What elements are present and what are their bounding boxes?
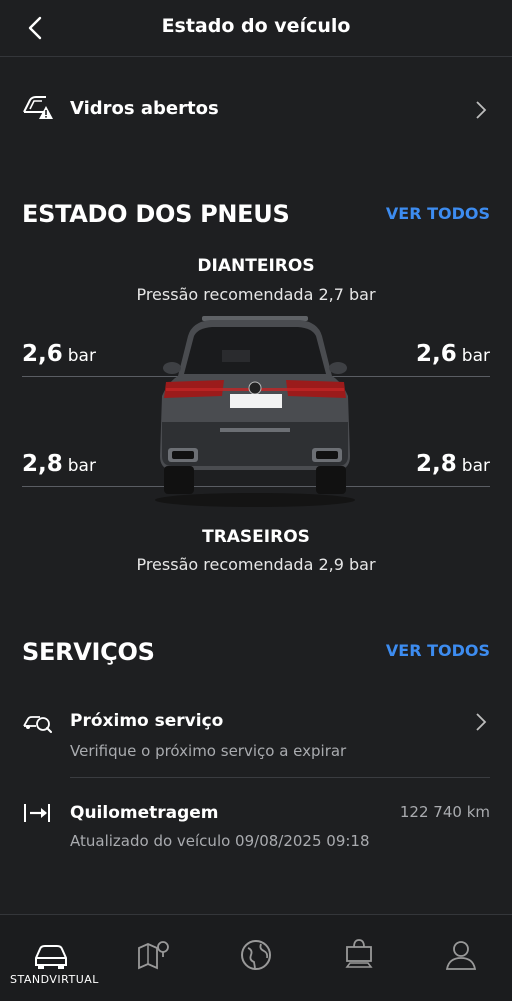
bottom-navigation: STANDVIRTUAL <box>0 914 512 1001</box>
tyres-see-all-link[interactable]: VER TODOS <box>386 204 490 223</box>
next-service-row[interactable]: Próximo serviço Verifique o próximo serv… <box>0 698 512 772</box>
car-icon <box>35 945 67 969</box>
page-title: Estado do veículo <box>161 15 351 37</box>
rear-right-unit: bar <box>461 456 490 476</box>
chevron-right-icon <box>476 101 487 119</box>
rear-left-pressure: 2,8 bar <box>22 451 96 477</box>
services-divider <box>70 777 490 778</box>
globe-icon <box>241 940 271 970</box>
nav-profile[interactable] <box>441 935 481 975</box>
next-service-desc: Verifique o próximo serviço a expirar <box>70 742 347 760</box>
front-right-value: 2,6 <box>416 341 457 367</box>
front-right-unit: bar <box>461 346 490 366</box>
services-section-title: SERVIÇOS <box>22 638 155 666</box>
profile-icon <box>445 941 477 970</box>
shop-bag-icon <box>345 939 373 968</box>
mileage-value: 122 740 km <box>399 803 490 821</box>
windows-open-row[interactable]: Vidros abertos <box>0 82 512 138</box>
next-service-title: Próximo serviço <box>70 711 224 731</box>
rear-right-pressure: 2,8 bar <box>416 451 490 477</box>
front-left-unit: bar <box>67 346 96 366</box>
mileage-updated: Atualizado do veículo 09/08/2025 09:18 <box>70 832 370 850</box>
services-see-all-link[interactable]: VER TODOS <box>386 641 490 660</box>
front-left-pressure: 2,6 bar <box>22 341 96 367</box>
app-header: Estado do veículo <box>0 0 512 57</box>
watermark-logo: STANDVIRTUAL <box>10 973 99 986</box>
rear-right-value: 2,8 <box>416 451 457 477</box>
front-left-value: 2,6 <box>22 341 63 367</box>
mileage-title: Quilometragem <box>70 803 219 823</box>
nav-car[interactable] <box>31 935 71 975</box>
mileage-row: Quilometragem 122 740 km Atualizado do v… <box>0 790 512 860</box>
rear-tyres-heading: TRASEIROS <box>202 527 310 547</box>
nav-shop[interactable] <box>339 935 379 975</box>
service-car-icon <box>23 716 52 733</box>
tyres-section-title: ESTADO DOS PNEUS <box>22 200 290 228</box>
windows-open-label: Vidros abertos <box>70 98 219 119</box>
front-recommended-pressure: Pressão recomendada 2,7 bar <box>136 285 376 304</box>
rear-left-value: 2,8 <box>22 451 63 477</box>
front-right-pressure: 2,6 bar <box>416 341 490 367</box>
car-window-warning-icon <box>22 92 56 122</box>
car-rear-image <box>155 316 355 507</box>
front-tyres-heading: DIANTEIROS <box>197 256 315 276</box>
chevron-right-icon <box>476 713 487 731</box>
nav-globe[interactable] <box>236 935 276 975</box>
map-pin-icon <box>138 941 169 970</box>
odometer-arrow-icon <box>24 804 50 822</box>
nav-map[interactable] <box>134 935 174 975</box>
rear-recommended-pressure: Pressão recomendada 2,9 bar <box>136 555 376 574</box>
rear-left-unit: bar <box>67 456 96 476</box>
